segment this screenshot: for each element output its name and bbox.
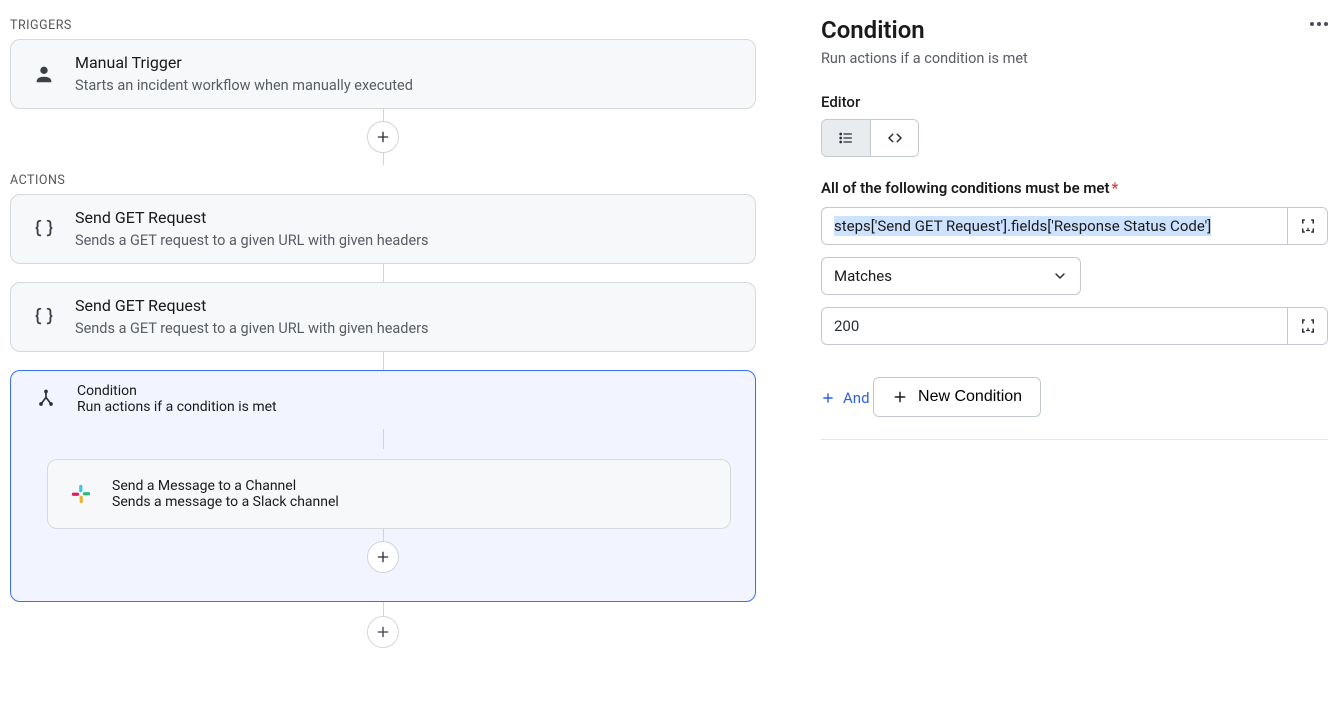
action-subtitle: Sends a GET request to a given URL with … xyxy=(75,319,429,339)
workflow-canvas: TRIGGERS Manual Trigger Starts an incide… xyxy=(0,0,806,728)
conditions-label: All of the following conditions must be … xyxy=(821,179,1328,197)
editor-mode-code-button[interactable] xyxy=(870,120,918,156)
action-node-get-request-2[interactable]: Send GET Request Sends a GET request to … xyxy=(10,282,756,352)
action-title: Send GET Request xyxy=(75,295,429,317)
nested-action-subtitle: Sends a message to a Slack channel xyxy=(112,494,339,510)
trigger-node-manual[interactable]: Manual Trigger Starts an incident workfl… xyxy=(10,39,756,109)
expression-token: steps['Send GET Request'].fields['Respon… xyxy=(822,208,1287,244)
person-icon xyxy=(27,63,61,85)
connector xyxy=(10,602,756,648)
add-step-button[interactable] xyxy=(367,121,399,153)
brackets-icon xyxy=(27,218,61,240)
connector xyxy=(10,264,756,282)
operator-select[interactable]: Matches xyxy=(821,257,1081,295)
brackets-icon xyxy=(27,306,61,328)
panel-subtitle: Run actions if a condition is met xyxy=(821,50,1328,67)
connector xyxy=(23,429,743,449)
add-and-condition-button[interactable]: And xyxy=(821,389,870,407)
connector xyxy=(10,352,756,370)
condition-expression-field[interactable]: steps['Send GET Request'].fields['Respon… xyxy=(821,207,1328,245)
value-input[interactable] xyxy=(822,308,1287,344)
branch-icon xyxy=(29,389,63,409)
editor-label: Editor xyxy=(821,93,1328,111)
triggers-section-label: TRIGGERS xyxy=(10,18,796,33)
connector xyxy=(23,529,743,573)
nested-action-slack[interactable]: Send a Message to a Channel Sends a mess… xyxy=(47,459,731,529)
condition-value-field[interactable] xyxy=(821,307,1328,345)
connector xyxy=(10,109,756,165)
divider xyxy=(821,439,1328,440)
nested-action-title: Send a Message to a Channel xyxy=(112,478,339,494)
condition-node[interactable]: Condition Run actions if a condition is … xyxy=(10,370,756,602)
editor-mode-list-button[interactable] xyxy=(822,120,870,156)
details-panel: Condition Run actions if a condition is … xyxy=(806,0,1342,728)
add-nested-step-button[interactable] xyxy=(367,541,399,573)
actions-section-label: ACTIONS xyxy=(10,173,796,188)
editor-mode-toggle xyxy=(821,119,919,157)
add-step-button[interactable] xyxy=(367,616,399,648)
operator-value: Matches xyxy=(834,267,892,285)
panel-title: Condition xyxy=(821,16,925,44)
trigger-title: Manual Trigger xyxy=(75,52,413,74)
trigger-subtitle: Starts an incident workflow when manuall… xyxy=(75,76,413,96)
more-menu-button[interactable] xyxy=(1310,16,1328,26)
expression-picker-icon[interactable] xyxy=(1287,208,1327,244)
action-node-get-request-1[interactable]: Send GET Request Sends a GET request to … xyxy=(10,194,756,264)
action-subtitle: Sends a GET request to a given URL with … xyxy=(75,231,429,251)
condition-subtitle: Run actions if a condition is met xyxy=(77,399,277,415)
value-picker-icon[interactable] xyxy=(1287,308,1327,344)
chevron-down-icon xyxy=(1052,268,1068,284)
condition-title: Condition xyxy=(77,383,277,399)
new-condition-button[interactable]: New Condition xyxy=(873,377,1041,417)
slack-icon xyxy=(64,483,98,505)
action-title: Send GET Request xyxy=(75,207,429,229)
